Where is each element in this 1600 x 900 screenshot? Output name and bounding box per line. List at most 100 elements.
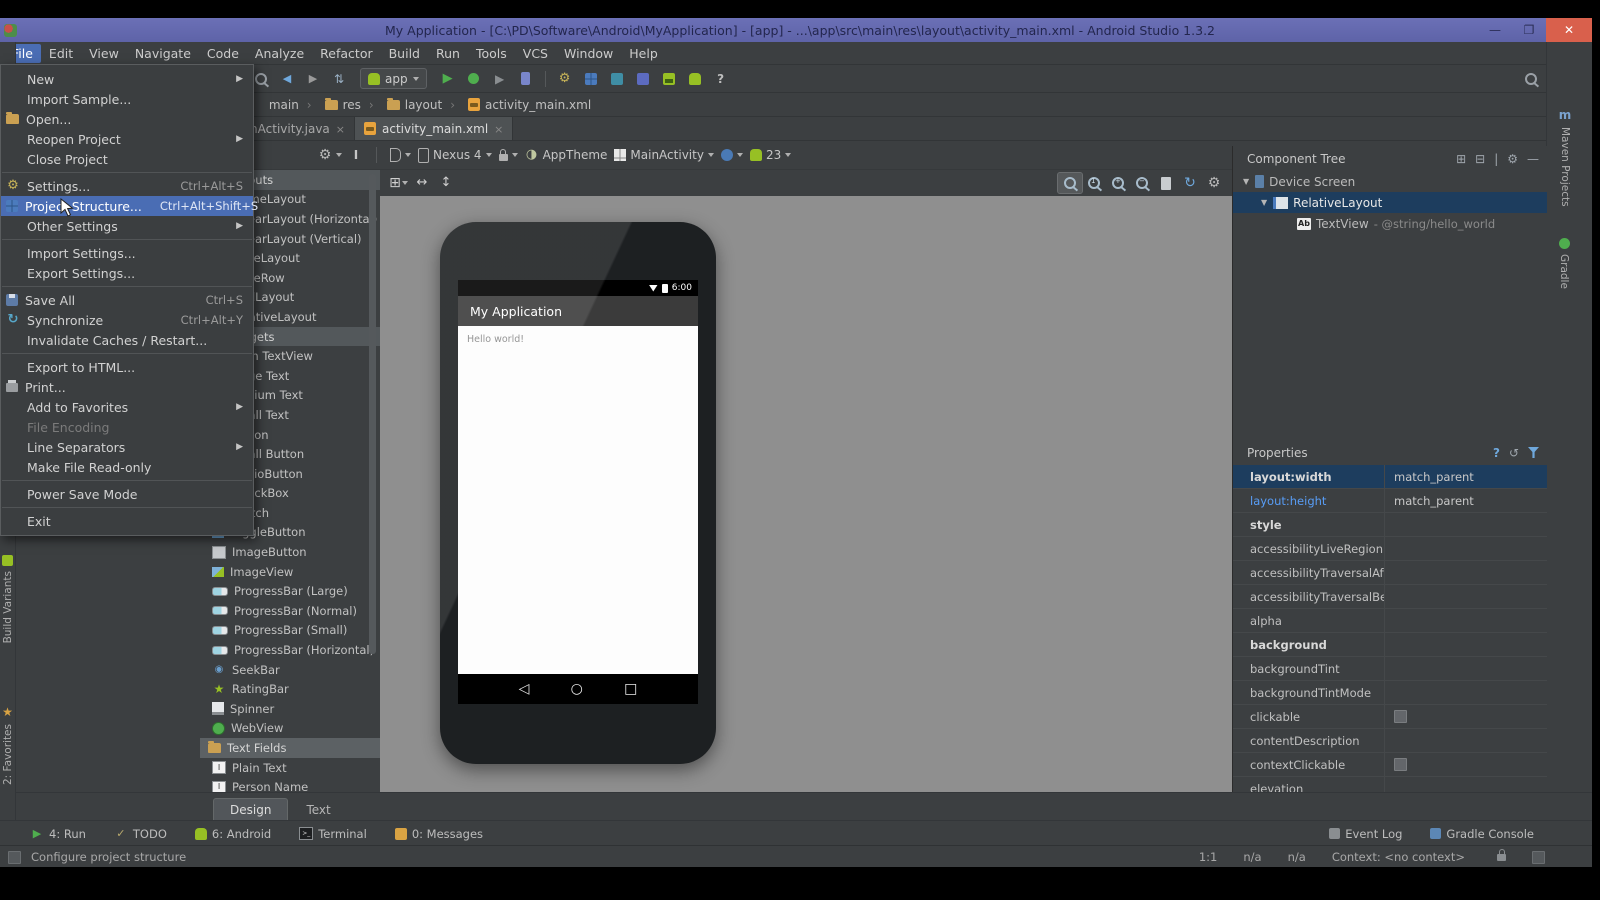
toolbar-button[interactable] bbox=[513, 68, 539, 90]
match-parent-width-button[interactable] bbox=[410, 173, 434, 193]
component-tree-row[interactable]: TextView - @string/hello_world bbox=[1233, 213, 1547, 234]
tool-window-button[interactable]: Terminal bbox=[299, 827, 367, 841]
api-version-selector[interactable]: 23 bbox=[750, 148, 791, 162]
tool-window-button[interactable]: 4: Run bbox=[30, 827, 86, 841]
orientation-selector[interactable] bbox=[390, 148, 411, 162]
palette-scrollbar[interactable] bbox=[369, 174, 376, 654]
device-selector[interactable]: Nexus 4 bbox=[418, 148, 492, 163]
toolbar-button[interactable] bbox=[630, 68, 656, 90]
lock-icon[interactable] bbox=[1497, 854, 1506, 861]
device-screen-preview[interactable]: 6:00 My Application Hello world! ◁ ○ □ bbox=[458, 280, 698, 704]
property-row[interactable]: clickable bbox=[1233, 705, 1547, 729]
hector-icon[interactable] bbox=[1532, 851, 1545, 864]
menu-item[interactable]: Open... bbox=[1, 109, 253, 129]
target-selector[interactable] bbox=[499, 150, 518, 161]
menubar-item[interactable]: Build bbox=[381, 44, 428, 63]
toolbar-button[interactable] bbox=[604, 68, 630, 90]
close-tab-icon[interactable] bbox=[494, 122, 503, 136]
gear-icon[interactable]: ⚙ bbox=[1507, 152, 1518, 166]
toolbar-button[interactable] bbox=[461, 68, 487, 90]
menu-item[interactable]: Power Save Mode bbox=[1, 484, 253, 504]
theme-selector[interactable]: AppTheme bbox=[525, 148, 608, 162]
help-icon[interactable]: ? bbox=[1493, 446, 1500, 460]
menu-item[interactable]: Project Structure... Ctrl+Alt+Shift+S bbox=[1, 196, 253, 216]
toolbar-button[interactable] bbox=[578, 68, 604, 90]
breadcrumb-item[interactable]: res bbox=[303, 98, 361, 112]
toolbar-button[interactable] bbox=[300, 68, 326, 90]
toolbar-button[interactable] bbox=[1518, 68, 1544, 90]
property-row[interactable]: layout:height match_parent bbox=[1233, 489, 1547, 513]
property-row[interactable]: accessibilityTraversalAfter bbox=[1233, 561, 1547, 585]
phone-content-area[interactable]: Hello world! bbox=[458, 326, 698, 674]
tool-window-button[interactable]: Gradle Console bbox=[1430, 827, 1534, 841]
component-tree-row[interactable]: Device Screen bbox=[1233, 171, 1547, 192]
activity-selector[interactable]: MainActivity bbox=[614, 148, 714, 162]
locale-selector[interactable] bbox=[721, 149, 743, 161]
menubar-item[interactable]: Navigate bbox=[127, 44, 199, 63]
hello-world-textview[interactable]: Hello world! bbox=[467, 334, 524, 345]
property-row[interactable]: contextClickable bbox=[1233, 753, 1547, 777]
favorites-tool-button[interactable]: 2: Favorites bbox=[0, 705, 15, 785]
palette-item[interactable]: WebView bbox=[200, 719, 380, 739]
reset-icon[interactable]: ↺ bbox=[1509, 446, 1519, 460]
toolbar-button[interactable] bbox=[656, 68, 682, 90]
property-row[interactable]: accessibilityTraversalBefore bbox=[1233, 585, 1547, 609]
menubar-item[interactable]: Tools bbox=[468, 44, 515, 63]
palette-item[interactable]: ImageView bbox=[200, 562, 380, 582]
property-row[interactable]: background bbox=[1233, 633, 1547, 657]
minimize-button[interactable]: — bbox=[1478, 18, 1512, 42]
gradle-tool-button[interactable]: Gradle bbox=[1558, 238, 1570, 289]
menu-item[interactable]: Add to Favorites bbox=[1, 397, 253, 417]
menubar-item[interactable]: View bbox=[81, 44, 127, 63]
hide-panel-icon[interactable]: — bbox=[1527, 152, 1539, 166]
run-configuration-selector[interactable]: app bbox=[360, 68, 427, 89]
menu-item[interactable]: Import Sample... bbox=[1, 89, 253, 109]
palette-item[interactable]: ProgressBar (Small) bbox=[200, 621, 380, 641]
property-row[interactable]: layout:width match_parent bbox=[1233, 465, 1547, 489]
menu-item[interactable]: File Encoding bbox=[1, 417, 253, 437]
palette-item[interactable]: SeekBar bbox=[200, 660, 380, 680]
property-row[interactable]: backgroundTintMode bbox=[1233, 681, 1547, 705]
toolbar-button[interactable] bbox=[552, 68, 578, 90]
menu-item[interactable]: New bbox=[1, 69, 253, 89]
palette-item[interactable]: Plain Text bbox=[200, 758, 380, 778]
menu-item[interactable]: Export Settings... bbox=[1, 263, 253, 283]
menu-item[interactable]: Import Settings... bbox=[1, 243, 253, 263]
collapse-all-icon[interactable]: ⊟ bbox=[1475, 152, 1485, 166]
match-parent-height-button[interactable] bbox=[434, 173, 458, 193]
zoom-out-button[interactable]: − bbox=[1130, 173, 1154, 193]
toolbar-button[interactable] bbox=[326, 68, 352, 90]
menu-item[interactable]: Make File Read-only bbox=[1, 457, 253, 477]
zoom-to-fit-button[interactable] bbox=[1058, 173, 1082, 193]
tool-window-button[interactable]: TODO bbox=[114, 827, 167, 841]
build-variants-tool-button[interactable]: Build Variants bbox=[0, 555, 15, 643]
menu-item[interactable]: Invalidate Caches / Restart... bbox=[1, 330, 253, 350]
property-row[interactable]: alpha bbox=[1233, 609, 1547, 633]
property-row[interactable]: style bbox=[1233, 513, 1547, 537]
editor-mode-tab[interactable]: Text bbox=[290, 799, 346, 821]
expand-arrow-icon[interactable] bbox=[1261, 198, 1267, 207]
menu-item[interactable]: Reopen Project bbox=[1, 129, 253, 149]
menubar-item[interactable]: Help bbox=[621, 44, 666, 63]
menu-item[interactable]: Close Project bbox=[1, 149, 253, 169]
property-row[interactable]: accessibilityLiveRegion bbox=[1233, 537, 1547, 561]
menu-item[interactable]: Synchronize Ctrl+Alt+Y bbox=[1, 310, 253, 330]
tool-window-button[interactable]: Event Log bbox=[1329, 827, 1402, 841]
tool-window-button[interactable]: 6: Android bbox=[195, 827, 271, 841]
property-row[interactable]: backgroundTint bbox=[1233, 657, 1547, 681]
breadcrumb-item[interactable]: activity_main.xml bbox=[446, 98, 591, 112]
close-tab-icon[interactable] bbox=[336, 122, 345, 136]
designer-settings-button[interactable] bbox=[318, 148, 342, 162]
toolbar-button[interactable] bbox=[435, 68, 461, 90]
zoom-in-button[interactable]: + bbox=[1106, 173, 1130, 193]
menubar-item[interactable]: Analyze bbox=[247, 44, 312, 63]
expand-all-icon[interactable]: ⊞ bbox=[1456, 152, 1466, 166]
tool-window-button[interactable]: 0: Messages bbox=[395, 827, 483, 841]
menu-item[interactable]: Exit bbox=[1, 511, 253, 531]
palette-item[interactable]: ProgressBar (Large) bbox=[200, 581, 380, 601]
encoding-indicator[interactable]: n/a bbox=[1288, 850, 1306, 864]
menubar-item[interactable]: Window bbox=[556, 44, 621, 63]
menubar-item[interactable]: Edit bbox=[41, 44, 81, 63]
toolbar-button[interactable] bbox=[708, 68, 734, 90]
palette-item[interactable]: ProgressBar (Normal) bbox=[200, 601, 380, 621]
